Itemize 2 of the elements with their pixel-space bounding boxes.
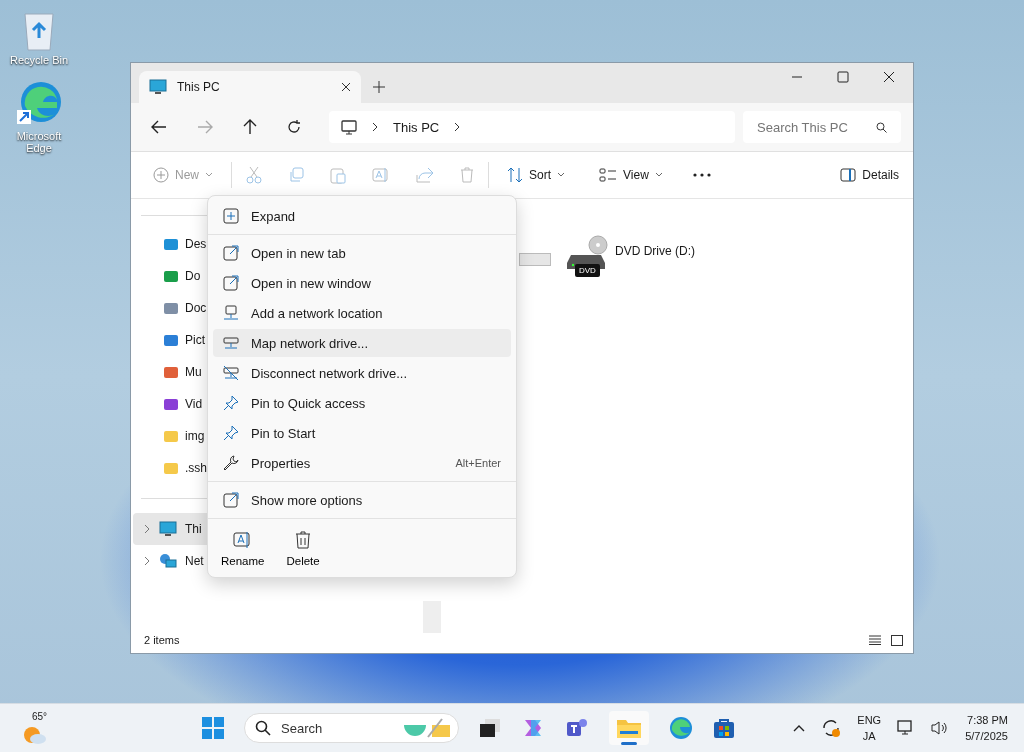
shortcut-text: Alt+Enter [455,457,501,469]
item-count: 2 items [144,634,180,646]
